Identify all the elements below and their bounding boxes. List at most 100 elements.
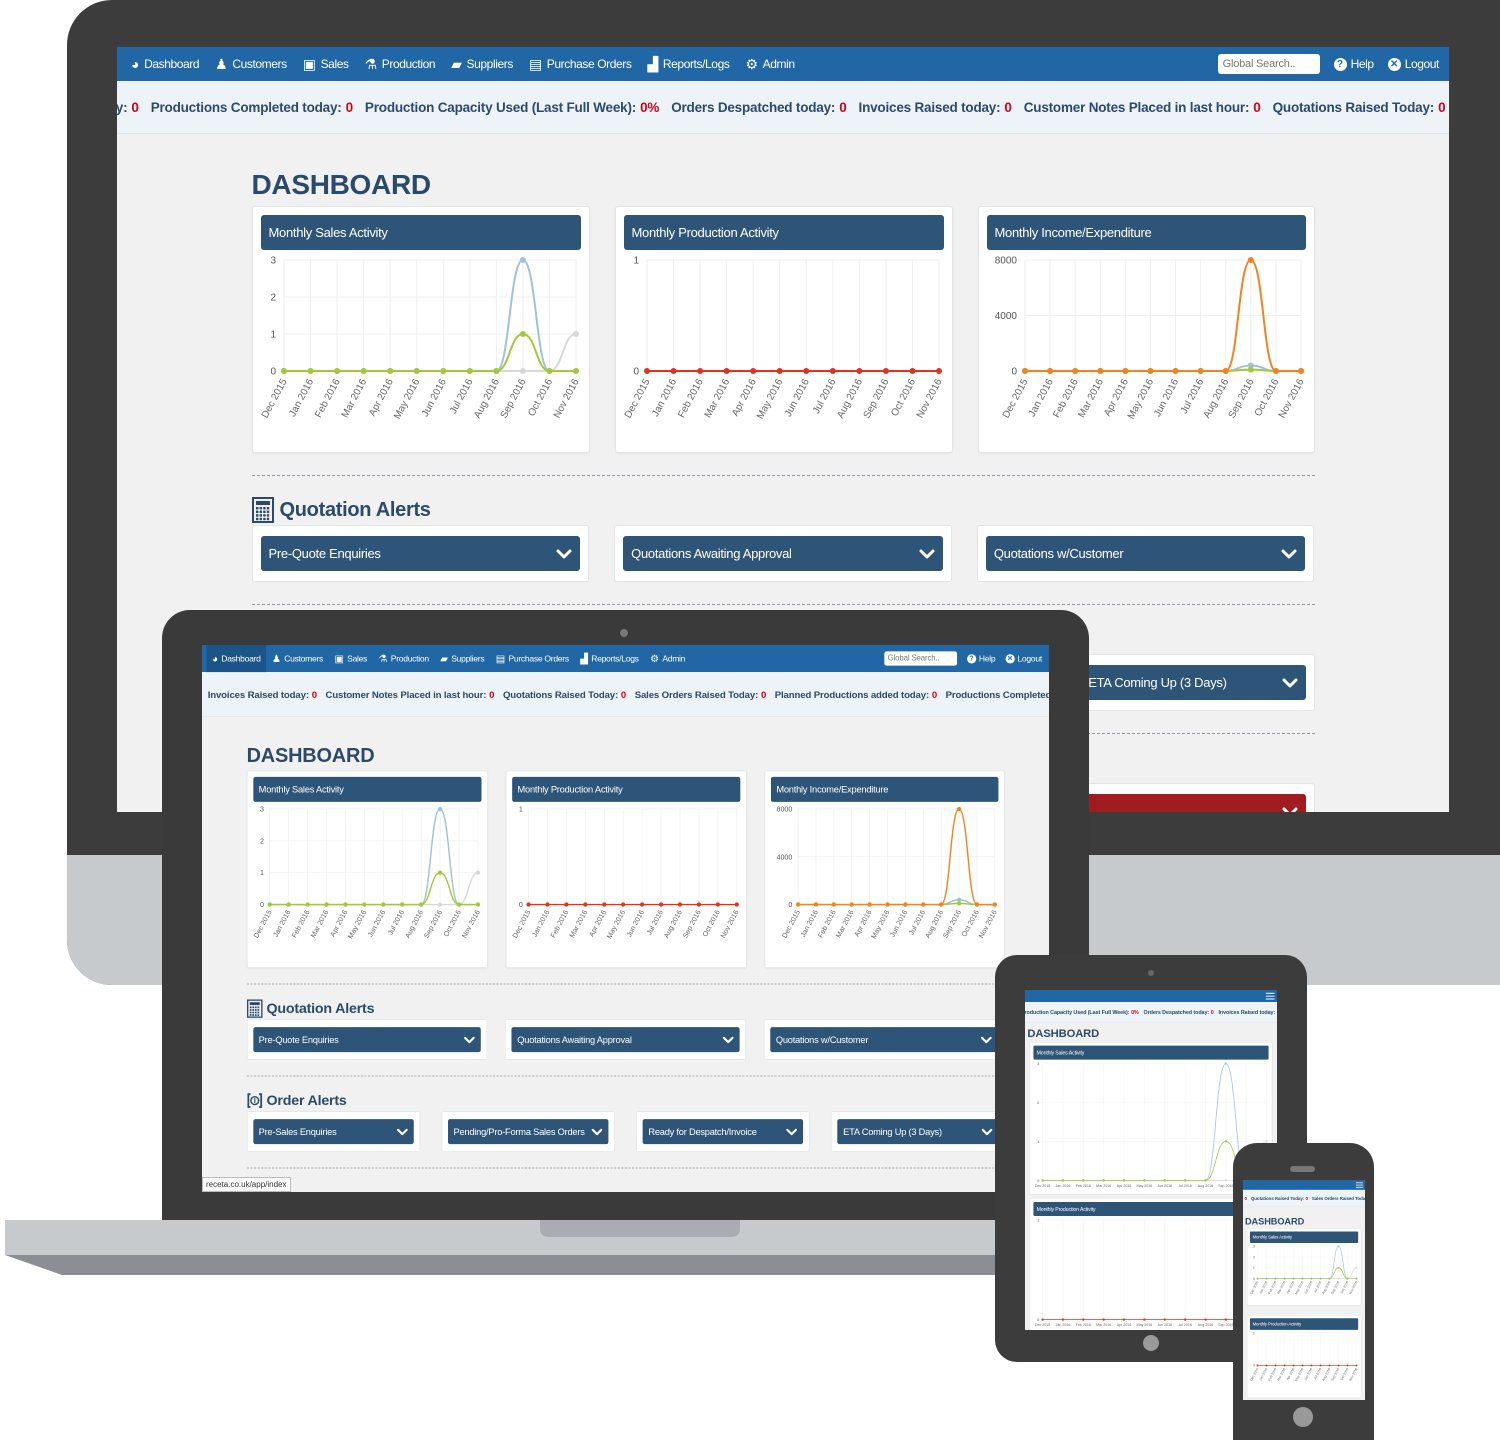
alert-dropdown-pre-quote-enquiries[interactable]: Pre-Quote Enquiries [260, 536, 581, 571]
data-point [1292, 1364, 1295, 1367]
data-point [1346, 1364, 1349, 1367]
data-point [1122, 1179, 1126, 1182]
data-point [342, 902, 348, 907]
chart-card-monthly-sales-activity: Monthly Sales Activity 0 1 2 3 Dec 2015 Jan 20… [246, 770, 488, 968]
phone-home-button[interactable] [1293, 1407, 1313, 1427]
nav-production[interactable]: ⚗ Production [357, 47, 444, 81]
y-tick-label: 8000 [994, 256, 1017, 267]
x-tick-label: Jul 2016 [1178, 1323, 1192, 1327]
data-point [399, 902, 405, 907]
nav-dashboard[interactable]: ◕ Dashboard [123, 47, 207, 81]
menu-hamburger-icon[interactable] [1355, 1182, 1364, 1188]
y-tick-label: 2 [1253, 1255, 1255, 1259]
nav-reports-logs[interactable]: ▟ Reports/Logs [575, 645, 645, 672]
calculator-key [251, 1006, 254, 1009]
chart-card-title: Monthly Sales Activity [260, 215, 581, 250]
nav-admin[interactable]: ⚙ Admin [644, 645, 690, 672]
x-tick-label: Jun 2016 [419, 377, 448, 419]
nav-suppliers[interactable]: ▰ Suppliers [435, 645, 490, 672]
calculator-icon [246, 999, 263, 1018]
top-nav [1243, 1180, 1365, 1190]
nav-label: Production [381, 57, 436, 71]
nav-customers[interactable]: ♟ Customers [266, 645, 328, 672]
alert-card: Pending/Pro-Forma Sales Orders [441, 1111, 615, 1152]
alert-dropdown-eta-coming-up-3-days[interactable]: ETA Coming Up (3 Days) [837, 1119, 999, 1145]
alert-dropdown-quotations-awaiting-approval[interactable]: Quotations Awaiting Approval [511, 1027, 740, 1053]
dashboard-icon: ◕ [211, 652, 218, 665]
help-link[interactable]: ? Help [966, 654, 996, 664]
x-tick-label: Feb 2016 [1076, 1323, 1091, 1327]
x-tick-label: Jan 2016 [1056, 1184, 1071, 1188]
ticker-value: 0 [131, 99, 139, 115]
data-point [908, 368, 915, 374]
data-point [643, 368, 650, 374]
data-point [333, 368, 340, 374]
alert-label: Pre-Quote Enquiries [258, 1034, 339, 1045]
logout-link[interactable]: ✕ Logout [1387, 57, 1439, 71]
calculator-key [249, 1006, 252, 1009]
data-point [639, 902, 644, 907]
x-tick-label: Sep 2016 [681, 909, 702, 940]
x-tick-label: Jun 2016 [366, 909, 387, 939]
ticker-stat: Quotations Raised Today:0 [503, 689, 626, 700]
series-line [1257, 1246, 1357, 1280]
alert-card: Quotations w/Customer [976, 525, 1315, 582]
alert-card: Ready for Despatch/Invoice [636, 1111, 810, 1152]
menu-hamburger-icon[interactable] [1265, 992, 1275, 1000]
x-tick-label: Aug 2016 [1198, 1184, 1213, 1188]
data-point [572, 331, 579, 337]
alert-dropdown-quotations-w-customer[interactable]: Quotations w/Customer [770, 1027, 999, 1053]
global-search-input[interactable]: Global Search.. [1217, 54, 1320, 74]
logout-link[interactable]: ✕ Logout [1005, 654, 1042, 664]
series-line [283, 332, 576, 372]
global-search-input[interactable]: Global Search.. [884, 651, 957, 666]
nav-dashboard[interactable]: ◕ Dashboard [206, 645, 267, 673]
nav-sales[interactable]: ▣ Sales [329, 645, 373, 672]
y-tick-label: 4000 [994, 311, 1017, 322]
ticker-stat: Quotations Raised Today:0 [1273, 100, 1446, 115]
nav-suppliers[interactable]: ▰ Suppliers [443, 47, 521, 81]
tablet-home-button[interactable] [1143, 1335, 1159, 1351]
nav-admin[interactable]: ⚙ Admin [737, 47, 802, 81]
nav-reports-logs[interactable]: ▟ Reports/Logs [640, 47, 738, 81]
x-tick-label: Dec 2015 [261, 377, 290, 420]
nav-purchase-orders[interactable]: ▤ Purchase Orders [521, 47, 640, 81]
calculator-key [257, 1011, 259, 1014]
y-tick-label: 3 [260, 805, 264, 813]
ticker-stat: Invoices Raised today:0 [208, 689, 317, 700]
series-line [1257, 1267, 1357, 1280]
x-tick-label: Jul 2016 [907, 909, 927, 937]
nav-sales[interactable]: ▣ Sales [295, 47, 357, 81]
calculator-key [266, 507, 269, 510]
help-link[interactable]: ? Help [1333, 57, 1374, 71]
calculator-key [266, 514, 269, 517]
data-point [1355, 1266, 1358, 1269]
section-title: Order Alerts [266, 1092, 347, 1109]
nav-customers[interactable]: ♟ Customers [207, 47, 295, 81]
alert-dropdown-pending-pro-forma-sales-orders[interactable]: Pending/Pro-Forma Sales Orders [447, 1119, 609, 1145]
x-tick-label: Jul 2016 [1178, 377, 1206, 416]
alert-dropdown-quotations-w-customer[interactable]: Quotations w/Customer [985, 536, 1306, 571]
nav-purchase-orders[interactable]: ▤ Purchase Orders [490, 645, 575, 672]
alert-dropdown-pre-sales-enquiries[interactable]: Pre-Sales Enquiries [252, 1119, 414, 1145]
alert-dropdown-quotations-awaiting-approval[interactable]: Quotations Awaiting Approval [623, 536, 943, 571]
x-tick-label: Jul 2016 [811, 377, 839, 416]
alert-dropdown-ready-for-despatch-invoice[interactable]: Ready for Despatch/Invoice [642, 1119, 804, 1145]
data-point [1183, 1179, 1187, 1182]
data-point [1061, 1318, 1065, 1321]
data-point [749, 368, 756, 374]
alert-dropdown-eta-coming-up-3-days[interactable]: ETA Coming Up (3 Days) [1080, 665, 1306, 700]
x-tick-label: Apr 2016 [1286, 1280, 1296, 1294]
alert-label: Quotations Awaiting Approval [631, 546, 792, 561]
critical-alert-dropdown[interactable] [1080, 794, 1306, 812]
chart-card-title: Monthly Production Activity [511, 776, 740, 802]
data-point [437, 902, 442, 907]
chart-card-monthly-sales-activity: Monthly Sales Activity 0 1 2 3 Dec 2015 Jan 20… [251, 206, 590, 453]
data-point [974, 902, 979, 907]
alert-dropdown-pre-quote-enquiries[interactable]: Pre-Quote Enquiries [252, 1027, 481, 1053]
quotation-alerts-row: Pre-Quote Enquiries Quotations Awaiting A… [251, 525, 1315, 582]
alert-card: ETA Coming Up (3 Days) [831, 1111, 1005, 1152]
data-point [1337, 1364, 1340, 1367]
nav-production[interactable]: ⚗ Production [373, 645, 435, 672]
ticker-stat: Productions Completed today:0 [946, 689, 1049, 700]
